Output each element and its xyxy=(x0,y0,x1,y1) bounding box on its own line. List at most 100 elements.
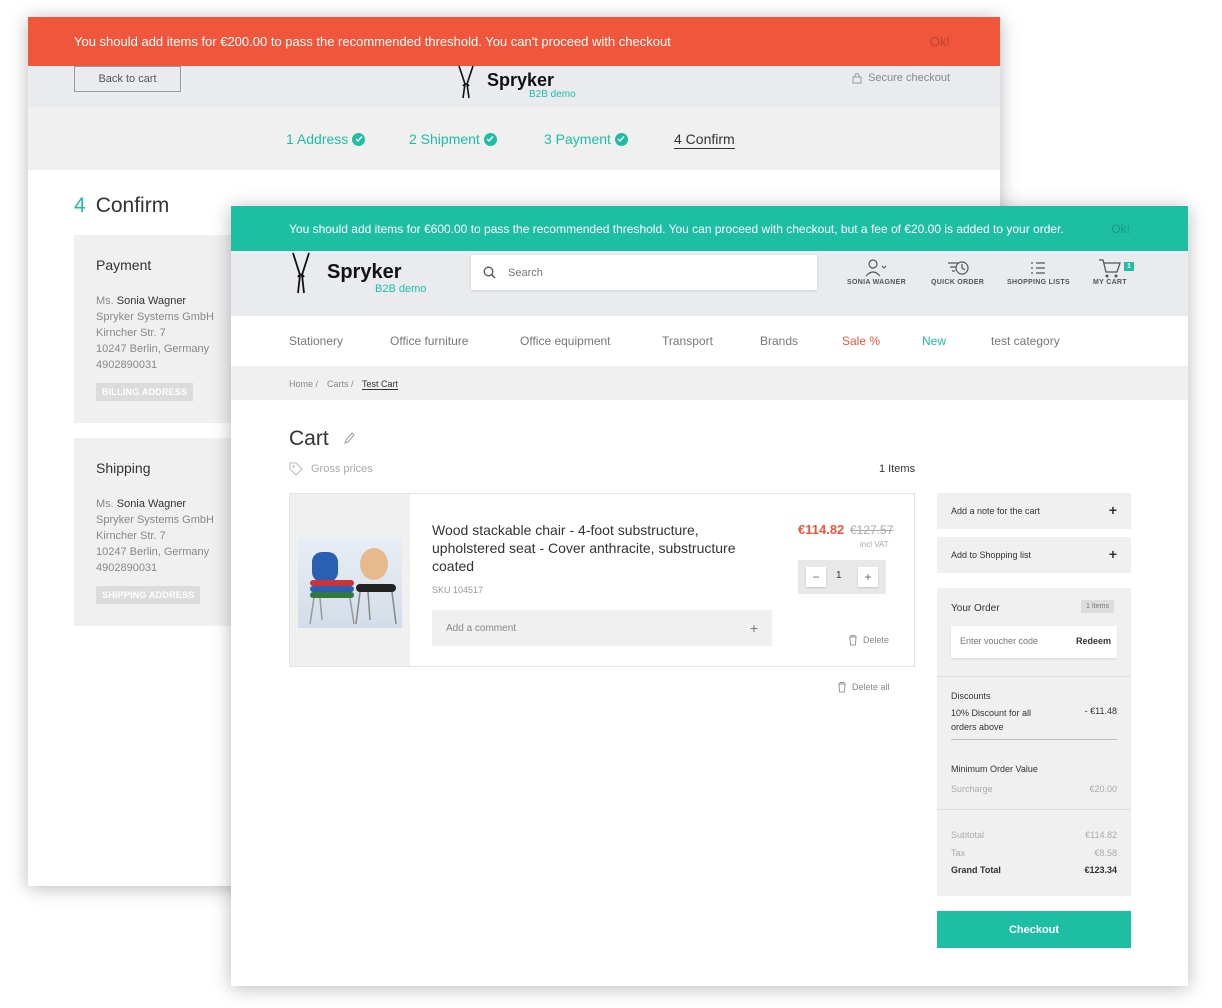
breadcrumb-carts[interactable]: Carts / xyxy=(327,379,354,389)
step-address-label: 1 Address xyxy=(286,131,349,147)
step-payment[interactable]: 3 Payment xyxy=(544,131,628,147)
banner-ok-button[interactable]: Ok! xyxy=(1111,222,1130,236)
tax-value: €8.58 xyxy=(1094,848,1117,858)
spryker-logo[interactable]: Spryker B2B demo xyxy=(289,251,439,302)
discounts-title: Discounts xyxy=(951,691,991,701)
breadcrumb-current: Test Cart xyxy=(362,379,399,390)
add-comment-field[interactable]: Add a comment + xyxy=(432,610,772,646)
payment-company: Spryker Systems GmbH xyxy=(96,311,214,323)
add-note-button[interactable]: Add a note for the cart + xyxy=(937,493,1131,529)
product-name[interactable]: Wood stackable chair - 4-foot substructu… xyxy=(432,521,772,575)
delete-all-button[interactable]: Delete all xyxy=(837,681,890,693)
quantity-increase-button[interactable]: + xyxy=(858,567,878,587)
list-icon xyxy=(1031,262,1046,274)
order-summary: Your Order 1 Items Redeem Discounts 10% … xyxy=(937,588,1131,896)
price-tag-icon xyxy=(289,462,303,476)
shipping-title: Shipping xyxy=(96,460,151,476)
category-new[interactable]: New xyxy=(922,334,946,348)
add-comment-label: Add a comment xyxy=(446,623,517,634)
plus-icon: + xyxy=(1108,502,1117,518)
trash-icon xyxy=(838,682,846,693)
cart-count-badge: 1 xyxy=(1123,262,1135,271)
cart-icon xyxy=(1098,259,1121,278)
search-icon xyxy=(483,266,496,279)
delete-label: Delete xyxy=(863,635,890,645)
spryker-logo[interactable]: Spryker B2B demo xyxy=(451,64,591,105)
order-voucher-section: Your Order 1 Items Redeem xyxy=(937,588,1131,677)
step-confirm[interactable]: 4 Confirm xyxy=(674,131,735,149)
breadcrumb-home[interactable]: Home / xyxy=(289,379,318,389)
voucher-input[interactable] xyxy=(960,636,1070,646)
subtotal-label: Subtotal xyxy=(951,830,985,840)
category-nav: Stationery Office furniture Office equip… xyxy=(231,316,1188,366)
quick-order-label: QUICK ORDER xyxy=(931,279,985,286)
category-office-furniture[interactable]: Office furniture xyxy=(390,334,468,348)
check-icon xyxy=(352,132,366,146)
tax-label: Tax xyxy=(951,848,966,858)
shipping-address-tag: SHIPPING ADDRESS xyxy=(96,586,201,604)
shipping-name: Ms. Sonia Wagner xyxy=(96,498,187,510)
product-original-price: €127.57 xyxy=(850,523,894,537)
product-image[interactable] xyxy=(298,538,402,628)
step-shipment[interactable]: 2 Shipment xyxy=(409,131,497,147)
logo-text: Spryker xyxy=(487,70,554,90)
quantity-decrease-button[interactable]: − xyxy=(806,567,826,587)
trash-icon xyxy=(849,635,857,646)
cart-items-count: 1 Items xyxy=(879,463,916,475)
checkout-steps: 1 Address 2 Shipment 3 Payment 4 Confirm xyxy=(28,107,1000,170)
edit-pencil-icon[interactable] xyxy=(343,431,355,445)
order-discounts-section: Discounts 10% Discount for all orders ab… xyxy=(937,677,1131,810)
cart-item: Wood stackable chair - 4-foot substructu… xyxy=(289,493,915,667)
category-sale[interactable]: Sale % xyxy=(842,334,880,348)
shipping-address-card: Shipping Ms. Sonia Wagner Spryker System… xyxy=(74,438,234,626)
product-sku: SKU 104517 xyxy=(432,585,484,595)
payment-street: Kirncher Str. 7 xyxy=(96,327,166,339)
payment-phone: 4902890031 xyxy=(96,359,158,371)
secure-checkout-label: Secure checkout xyxy=(868,72,950,84)
voucher-field: Redeem xyxy=(951,626,1117,658)
delete-all-label: Delete all xyxy=(852,682,890,692)
vat-note: incl VAT xyxy=(860,540,889,549)
quick-order-link[interactable]: QUICK ORDER xyxy=(931,257,984,286)
quantity-value[interactable]: 1 xyxy=(836,570,842,581)
grand-total-label: Grand Total xyxy=(951,865,1001,875)
checkout-header: Back to cart Spryker B2B demo Secure che… xyxy=(28,64,1000,107)
product-image-box xyxy=(290,494,410,666)
shopping-lists-label: SHOPPING LISTS xyxy=(1007,279,1070,286)
shipping-street: Kirncher Str. 7 xyxy=(96,530,166,542)
breadcrumb: Home / Carts / Test Cart xyxy=(231,366,1188,400)
category-office-equipment[interactable]: Office equipment xyxy=(520,334,611,348)
shopping-lists-link[interactable]: SHOPPING LISTS xyxy=(1007,257,1070,286)
category-brands[interactable]: Brands xyxy=(760,334,798,348)
antelope-logo-icon: Spryker B2B demo xyxy=(458,65,576,100)
search-input[interactable] xyxy=(508,266,788,279)
confirm-step-number: 4 xyxy=(74,194,86,217)
search-bar[interactable] xyxy=(471,255,817,290)
billing-address-tag: BILLING ADDRESS xyxy=(96,383,194,401)
order-items-badge: 1 Items xyxy=(1081,600,1114,613)
redeem-button[interactable]: Redeem xyxy=(1076,636,1111,646)
product-price: €114.82 xyxy=(798,522,845,537)
payment-city: 10247 Berlin, Germany xyxy=(96,343,210,355)
banner-ok-button[interactable]: Ok! xyxy=(930,34,950,49)
grand-total-value: €123.34 xyxy=(1084,865,1117,875)
my-cart-link[interactable]: 1 MY CART xyxy=(1093,257,1135,286)
user-menu[interactable]: SONIA WAGNER xyxy=(847,257,906,286)
delete-item-button[interactable]: Delete xyxy=(848,634,889,646)
checkout-button[interactable]: Checkout xyxy=(937,911,1131,948)
my-cart-label: MY CART xyxy=(1093,279,1127,286)
info-threshold-banner: You should add items for €600.00 to pass… xyxy=(231,206,1188,251)
order-totals-section: Subtotal €114.82 Tax €8.58 Grand Total €… xyxy=(937,810,1131,896)
category-transport[interactable]: Transport xyxy=(662,334,713,348)
category-test[interactable]: test category xyxy=(991,334,1060,348)
logo-subtext: B2B demo xyxy=(529,89,576,100)
gross-prices-toggle[interactable]: Gross prices xyxy=(289,462,373,476)
banner-message: You should add items for €200.00 to pass… xyxy=(74,34,671,49)
secure-checkout: Secure checkout xyxy=(852,72,950,84)
back-to-cart-button[interactable]: Back to cart xyxy=(74,66,181,92)
antelope-logo-icon: Spryker B2B demo xyxy=(292,252,426,295)
step-address[interactable]: 1 Address xyxy=(286,131,366,147)
add-to-shopping-list-button[interactable]: Add to Shopping list + xyxy=(937,537,1131,573)
surcharge-value: €20.00 xyxy=(1089,784,1117,794)
category-stationery[interactable]: Stationery xyxy=(289,334,343,348)
